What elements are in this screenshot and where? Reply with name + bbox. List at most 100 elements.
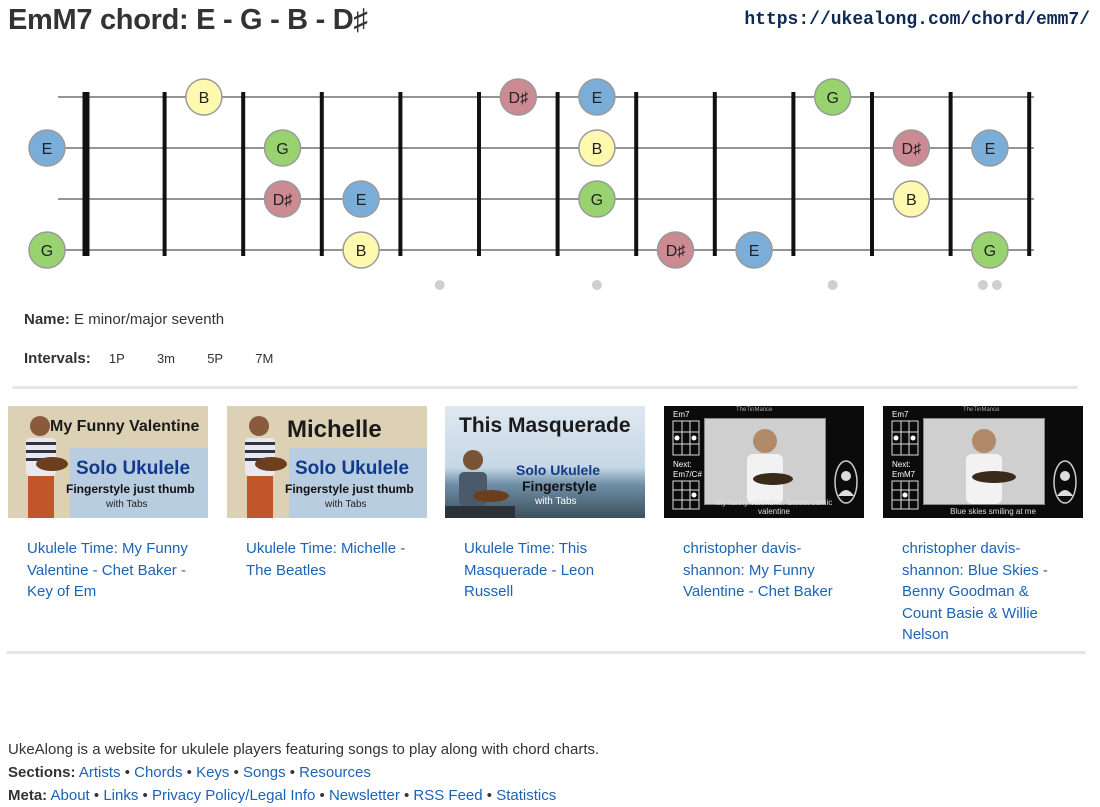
footer-link-newsletter[interactable]: Newsletter — [329, 787, 400, 804]
thumb-tabs: with Tabs — [325, 499, 367, 510]
section-divider — [6, 651, 1086, 654]
video-thumbnail[interactable]: This Masquerade Solo Ukulele Fingerstyle… — [445, 406, 645, 518]
note-label: G — [591, 192, 603, 209]
thumb-tabs: with Tabs — [535, 496, 577, 507]
thumb-solo: Solo Ukulele — [516, 462, 601, 478]
note-label: E — [356, 192, 367, 209]
fret-marker — [977, 280, 988, 290]
chord-grid-icon — [891, 480, 919, 510]
video-caption: Blue skies smiling at me — [950, 507, 1036, 516]
chord-grid-icon — [672, 480, 700, 510]
brand-label: TheTinMance — [736, 407, 773, 413]
thumb-solo: Solo Ukulele — [76, 458, 191, 479]
fretboard-diagram: B D♯ E G E G B D♯ E D♯ E G B G B D♯ E G — [28, 78, 1034, 290]
interval-item: 7M — [255, 351, 274, 366]
video-thumbnail[interactable]: Em7 Next: Em7/C# TheTinMance My funny va… — [664, 406, 864, 518]
video-card[interactable]: Em7 Next: EmM7 TheTinMance Blue skies sm… — [883, 406, 1083, 646]
thumb-title: This Masquerade — [459, 414, 631, 437]
note-label: G — [826, 90, 838, 107]
chord-label-top: Em7 — [892, 410, 909, 419]
footer-link-privacy[interactable]: Privacy Policy/Legal Info — [152, 787, 315, 804]
thumb-sub: Fingerstyle just thumb — [66, 482, 195, 496]
video-link[interactable]: Ukulele Time: This Masquerade - Leon Rus… — [464, 538, 634, 603]
note-label: B — [906, 192, 917, 209]
footer-link-chords[interactable]: Chords — [134, 764, 182, 781]
note-label: E — [749, 243, 760, 260]
video-card[interactable]: Michelle Solo Ukulele Fingerstyle just t… — [227, 406, 427, 581]
chord-grid-icon — [672, 420, 700, 456]
video-link[interactable]: Ukulele Time: My Funny Valentine - Chet … — [27, 538, 197, 603]
note-label: D♯ — [509, 90, 529, 107]
person-image — [445, 450, 515, 518]
chord-grid-icon — [891, 420, 919, 456]
page-url[interactable]: https://ukealong.com/chord/emm7/ — [744, 10, 1090, 30]
video-frame — [923, 418, 1045, 505]
brand-label: TheTinMance — [963, 407, 1000, 413]
name-value: E minor/major seventh — [74, 311, 225, 328]
video-card[interactable]: My Funny Valentine Solo Ukulele Fingerst… — [8, 406, 208, 603]
thumb-tabs: with Tabs — [106, 499, 148, 510]
footer-sections: Sections: Artists • Chords • Keys • Song… — [8, 764, 371, 781]
interval-item: 1P — [108, 351, 125, 366]
note-label: E — [592, 90, 603, 107]
footer-link-artists[interactable]: Artists — [79, 764, 121, 781]
fret-marker — [591, 280, 602, 290]
name-label: Name: — [24, 311, 70, 328]
footer-meta: Meta: About • Links • Privacy Policy/Leg… — [8, 787, 557, 804]
interval-item: 3m — [156, 351, 176, 366]
chord-name-row: Name: E minor/major seventh — [24, 311, 224, 328]
note-label: E — [985, 141, 996, 158]
fret-marker — [991, 280, 1002, 290]
note-label: B — [592, 141, 603, 158]
next-label: Next: — [892, 460, 911, 469]
note-label: G — [276, 141, 288, 158]
intervals-row: Intervals: 1P 3m 5P 7M — [24, 350, 287, 367]
interval-item: 5P — [207, 351, 224, 366]
footer-link-statistics[interactable]: Statistics — [496, 787, 556, 804]
intervals-label: Intervals: — [24, 350, 91, 367]
thumb-title: Michelle — [287, 416, 382, 443]
video-thumbnail[interactable]: My Funny Valentine Solo Ukulele Fingerst… — [8, 406, 208, 518]
note-label: B — [356, 243, 367, 260]
fret-marker — [434, 280, 445, 290]
footer-link-keys[interactable]: Keys — [196, 764, 229, 781]
thumb-title: My Funny Valentine — [50, 418, 200, 435]
chord-label-top: Em7 — [673, 410, 690, 419]
note-label: G — [984, 243, 996, 260]
video-thumbnail[interactable]: Em7 Next: EmM7 TheTinMance Blue skies sm… — [883, 406, 1083, 518]
thumb-solo: Solo Ukulele — [295, 458, 410, 479]
video-caption: My funny valentine. Sweet comic valentin… — [715, 498, 833, 516]
note-label: D♯ — [666, 243, 686, 260]
chord-label-bottom: Em7/C# — [673, 470, 702, 479]
meta-label: Meta: — [8, 787, 48, 804]
footer-link-songs[interactable]: Songs — [243, 764, 286, 781]
video-card[interactable]: Em7 Next: Em7/C# TheTinMance My funny va… — [664, 406, 864, 603]
video-link[interactable]: christopher davis-shannon: Blue Skies - … — [902, 538, 1072, 646]
person-image — [747, 429, 793, 504]
footer-link-rss[interactable]: RSS Feed — [413, 787, 482, 804]
note-label: D♯ — [273, 192, 293, 209]
footer-about: UkeAlong is a website for ukulele player… — [8, 741, 600, 758]
footer-link-resources[interactable]: Resources — [299, 764, 371, 781]
thumb-sub: Fingerstyle — [522, 478, 597, 494]
video-frame — [704, 418, 826, 505]
footer-link-about[interactable]: About — [51, 787, 90, 804]
note-label: D♯ — [902, 141, 922, 158]
note-label: E — [42, 141, 53, 158]
note-label: G — [41, 243, 53, 260]
person-image — [245, 416, 287, 518]
person-image — [966, 429, 1016, 504]
video-link[interactable]: christopher davis-shannon: My Funny Vale… — [683, 538, 853, 603]
fret-marker — [827, 280, 838, 290]
video-card[interactable]: This Masquerade Solo Ukulele Fingerstyle… — [445, 406, 645, 603]
video-link[interactable]: Ukulele Time: Michelle - The Beatles — [246, 538, 416, 581]
video-thumbnail[interactable]: Michelle Solo Ukulele Fingerstyle just t… — [227, 406, 427, 518]
page-title: EmM7 chord: E - G - B - D♯ — [8, 4, 368, 36]
footer-link-links[interactable]: Links — [103, 787, 138, 804]
thumb-sub: Fingerstyle just thumb — [285, 482, 414, 496]
sections-label: Sections: — [8, 764, 76, 781]
note-label: B — [199, 90, 210, 107]
chord-label-bottom: EmM7 — [892, 470, 916, 479]
next-label: Next: — [673, 460, 692, 469]
silhouette-logo-icon — [1053, 460, 1077, 504]
